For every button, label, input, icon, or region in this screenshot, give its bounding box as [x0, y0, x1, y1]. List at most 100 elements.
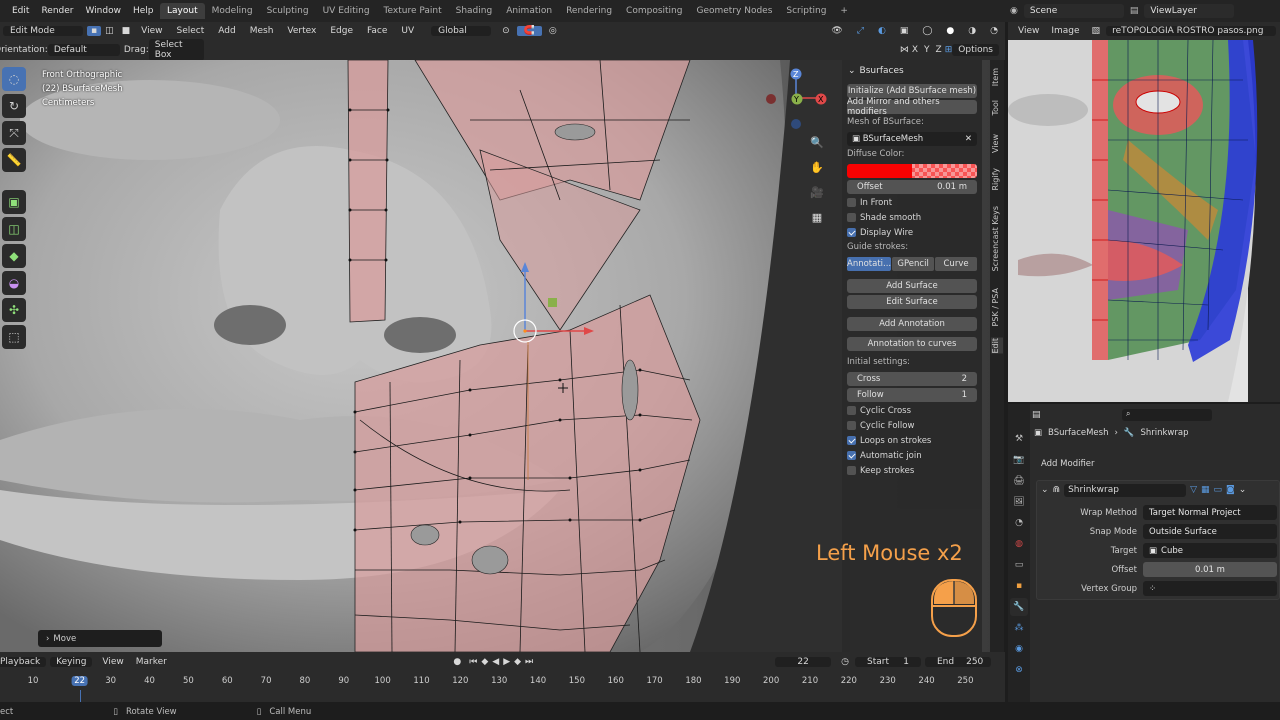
guide-annotation-option[interactable]: Annotati... — [847, 257, 892, 271]
cyclic-cross-checkbox[interactable]: Cyclic Cross — [847, 404, 977, 417]
menu-face[interactable]: Face — [360, 26, 394, 36]
initialize-button[interactable]: Initialize (Add BSurface mesh) — [847, 84, 977, 98]
render-toggle-icon[interactable]: ◙ — [1226, 485, 1235, 495]
auto-merge-icon[interactable]: ⊞ — [945, 45, 953, 55]
output-tab-icon[interactable]: 🖨 — [1010, 472, 1028, 490]
tab-sculpting[interactable]: Sculpting — [260, 3, 316, 19]
scene-tab-icon[interactable]: ◔ — [1010, 514, 1028, 532]
menu-uv[interactable]: UV — [394, 26, 421, 36]
navigation-gizmo[interactable]: Z X Y — [762, 64, 834, 136]
image-editor-view[interactable] — [1008, 40, 1280, 402]
scale-tool-icon[interactable]: ⤧ — [2, 121, 26, 145]
world-tab-icon[interactable]: ◍ — [1010, 535, 1028, 553]
tool-tab-icon[interactable]: ⚒ — [1010, 430, 1028, 448]
select-mode-face-icon[interactable]: ■ — [118, 26, 135, 36]
edit-mode-toggle-icon[interactable]: ▽ — [1190, 485, 1197, 495]
snap-icon[interactable]: 🧲 — [516, 26, 542, 36]
cage-toggle-icon[interactable]: ▦ — [1201, 485, 1210, 495]
timeline-view-menu[interactable]: View — [96, 657, 129, 667]
add-modifier-button[interactable]: Add Modifier — [1036, 456, 1280, 472]
render-tab-icon[interactable]: 📷 — [1010, 451, 1028, 469]
pivot-icon[interactable]: ⊙ — [495, 26, 517, 36]
shading-rendered-icon[interactable]: ◔ — [983, 26, 1005, 36]
mirror-icon[interactable]: ⋈ — [900, 45, 909, 55]
shading-solid-icon[interactable]: ● — [939, 26, 961, 36]
rotate-tool-icon[interactable]: ↻ — [2, 94, 26, 118]
tab-animation[interactable]: Animation — [499, 3, 559, 19]
mirror-y-toggle[interactable]: Y — [921, 45, 933, 55]
add-surface-button[interactable]: Add Surface — [847, 279, 977, 293]
mirror-x-toggle[interactable]: X — [909, 45, 921, 55]
shading-material-icon[interactable]: ◑ — [961, 26, 983, 36]
object-tab-icon[interactable]: ▪ — [1010, 577, 1028, 595]
orientation-dropdown[interactable]: Default — [47, 44, 120, 56]
menu-render[interactable]: Render — [35, 6, 79, 16]
physics-tab-icon[interactable]: ◉ — [1010, 640, 1028, 658]
mode-dropdown[interactable]: Edit Mode — [3, 26, 83, 36]
add-annotation-button[interactable]: Add Annotation — [847, 317, 977, 331]
prev-keyframe-icon[interactable]: ◆ — [479, 657, 490, 667]
select-mode-edge-icon[interactable]: ◫ — [101, 26, 118, 36]
frame-ruler[interactable]: 10 22 30 40 50 60 70 80 90 100 110 120 130 140 150 160 1… — [0, 676, 1005, 702]
close-icon[interactable]: ✕ — [965, 134, 972, 144]
proportional-edit-icon[interactable]: ◎ — [542, 26, 564, 36]
scene-name-field[interactable]: Scene — [1023, 4, 1124, 18]
mesh-field[interactable]: ▣ BSurfaceMesh ✕ — [847, 132, 977, 146]
gizmo-icon[interactable]: ⤢ — [850, 26, 871, 36]
play-reverse-icon[interactable]: ◀ — [490, 657, 501, 667]
extrude-tool-icon[interactable]: ▣ — [2, 190, 26, 214]
jump-start-icon[interactable]: ⏮ — [467, 657, 479, 667]
shade-smooth-checkbox[interactable]: Shade smooth — [847, 211, 977, 224]
select-tool-icon[interactable]: ◌ — [2, 67, 26, 91]
annotation-to-curves-button[interactable]: Annotation to curves — [847, 337, 977, 351]
tab-scripting[interactable]: Scripting — [779, 3, 833, 19]
tab-modeling[interactable]: Modeling — [205, 3, 260, 19]
keying-menu[interactable]: Keying — [50, 657, 93, 667]
side-tab-edit[interactable]: Edit — [991, 338, 1003, 354]
jump-end-icon[interactable]: ⏭ — [523, 657, 535, 667]
loops-on-strokes-checkbox[interactable]: Loops on strokes — [847, 434, 977, 447]
keep-strokes-checkbox[interactable]: Keep strokes — [847, 464, 977, 477]
ortho-grid-icon[interactable]: ▦ — [806, 206, 828, 228]
overlay-icon[interactable]: ◐ — [871, 26, 893, 36]
tab-rendering[interactable]: Rendering — [559, 3, 619, 19]
end-frame-field[interactable]: End 250 — [925, 657, 991, 667]
chevron-down-icon[interactable]: ⌄ — [1041, 485, 1049, 495]
menu-window[interactable]: Window — [79, 6, 127, 16]
loop-cut-tool-icon[interactable]: ◫ — [2, 217, 26, 241]
modifier-name-field[interactable]: Shrinkwrap — [1064, 483, 1187, 497]
viewport-toggle-icon[interactable]: ▭ — [1214, 485, 1223, 495]
camera-icon[interactable]: 🎥 — [806, 181, 828, 203]
view-layer-tab-icon[interactable]: 🖼 — [1010, 493, 1028, 511]
edit-surface-button[interactable]: Edit Surface — [847, 295, 977, 309]
menu-mesh[interactable]: Mesh — [243, 26, 281, 36]
side-tab-screencast-keys[interactable]: Screencast Keys — [991, 206, 1003, 271]
menu-view[interactable]: View — [134, 26, 169, 36]
particles-tab-icon[interactable]: ⁂ — [1010, 619, 1028, 637]
menu-help[interactable]: Help — [127, 6, 160, 16]
add-workspace-button[interactable]: + — [833, 3, 855, 19]
current-frame-field[interactable]: 22 — [775, 657, 832, 667]
dropdown-arrow-icon[interactable]: ⌄ — [1239, 485, 1247, 495]
guide-curve-option[interactable]: Curve — [935, 257, 978, 271]
tab-layout[interactable]: Layout — [160, 3, 205, 19]
add-mirror-button[interactable]: Add Mirror and others modifiers — [847, 97, 977, 117]
display-wire-checkbox[interactable]: Display Wire — [847, 226, 977, 239]
constraints-tab-icon[interactable]: ⊗ — [1010, 661, 1028, 679]
playback-menu[interactable]: Playback — [0, 657, 47, 667]
properties-editor-type-icon[interactable]: ▤ — [1032, 410, 1041, 420]
in-front-checkbox[interactable]: In Front — [847, 196, 977, 209]
image-menu-view[interactable]: View — [1008, 26, 1045, 36]
tab-geometry-nodes[interactable]: Geometry Nodes — [689, 3, 779, 19]
diffuse-color-swatch[interactable] — [847, 164, 977, 178]
select-mode-vertex-icon[interactable]: ▪ — [87, 26, 102, 36]
tab-compositing[interactable]: Compositing — [619, 3, 689, 19]
shading-wire-icon[interactable]: ◯ — [915, 26, 939, 36]
poly-build-tool-icon[interactable]: ◆ — [2, 244, 26, 268]
transform-orientation-dropdown[interactable]: Global — [431, 26, 492, 36]
mirror-z-toggle[interactable]: Z — [933, 45, 945, 55]
shrink-fatten-tool-icon[interactable]: ✣ — [2, 298, 26, 322]
marker-menu[interactable]: Marker — [130, 657, 173, 667]
play-icon[interactable]: ▶ — [501, 657, 512, 667]
zoom-icon[interactable]: 🔍 — [806, 131, 828, 153]
